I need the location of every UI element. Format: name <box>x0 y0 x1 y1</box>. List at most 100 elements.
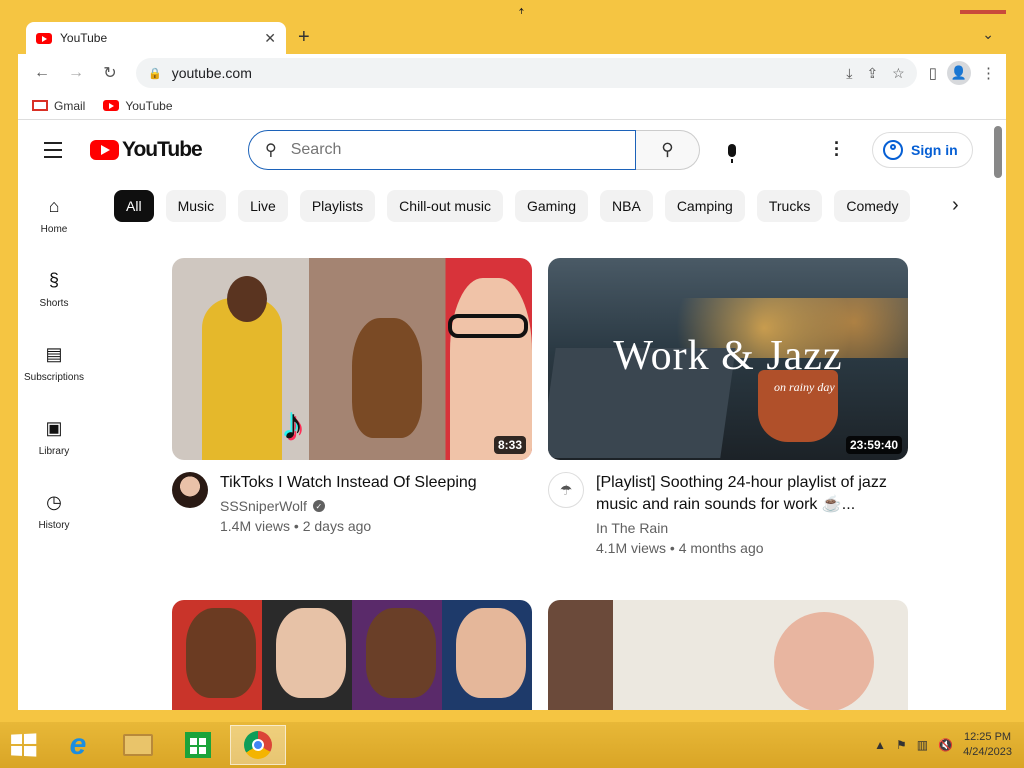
taskbar-clock[interactable]: 12:25 PM 4/24/2023 <box>963 730 1012 760</box>
account-icon <box>883 140 903 160</box>
chip-chill-out-music[interactable]: Chill-out music <box>387 190 503 222</box>
chrome-icon <box>244 731 272 759</box>
bookmark-label: Gmail <box>54 98 86 113</box>
sidebar-item-shorts[interactable]: § Shorts <box>18 252 90 326</box>
video-thumbnail[interactable] <box>548 600 908 710</box>
taskbar-chrome[interactable] <box>230 725 286 765</box>
taskbar-file-explorer[interactable] <box>110 725 166 765</box>
clock-time: 12:25 PM <box>963 731 1012 743</box>
thumbnail-text: Work & Jazz <box>613 333 843 379</box>
back-button[interactable]: ← <box>28 59 56 87</box>
sidebar-item-label: Library <box>38 445 70 457</box>
chip-next-chevron-icon[interactable]: › <box>952 194 959 217</box>
youtube-logo[interactable]: YouTube <box>90 138 203 162</box>
profile-icon[interactable]: 👤 <box>947 61 971 85</box>
browser-window: YouTube ✕ + ⌄ ← → ↻ 🔒 youtube.com ⤓ ⇪ ☆ … <box>18 14 1006 710</box>
forward-button[interactable]: → <box>62 59 90 87</box>
video-duration: 23:59:40 <box>845 436 902 454</box>
network-icon[interactable]: ▥ <box>917 738 928 752</box>
sidebar-item-subscriptions[interactable]: ▤ Subscriptions <box>18 326 90 400</box>
chip-camping[interactable]: Camping <box>664 190 745 222</box>
internet-explorer-icon: e <box>69 728 87 761</box>
sign-in-label: Sign in <box>911 142 958 158</box>
tiktok-logo-icon: ♪ <box>282 400 304 449</box>
video-card[interactable] <box>548 600 908 710</box>
video-title[interactable]: [Playlist] Soothing 24-hour playlist of … <box>596 472 908 516</box>
home-icon: ⌂ <box>48 195 60 216</box>
action-center-flag-icon[interactable]: ⚑ <box>896 738 907 752</box>
bookmark-youtube[interactable]: YouTube <box>103 99 173 113</box>
menu-dots-icon[interactable]: ⋮ <box>981 64 996 82</box>
settings-dots-icon[interactable]: · · · <box>834 134 840 164</box>
bookmark-gmail[interactable]: Gmail <box>32 99 85 113</box>
lock-icon: 🔒 <box>148 67 162 80</box>
video-title[interactable]: TikToks I Watch Instead Of Sleeping <box>220 472 532 494</box>
taskbar-internet-explorer[interactable]: e <box>50 725 106 765</box>
page-scrollbar[interactable] <box>994 126 1002 178</box>
channel-name[interactable]: In The Rain <box>596 520 668 536</box>
chip-playlists[interactable]: Playlists <box>299 190 376 222</box>
video-thumbnail[interactable]: Work & Jazz on rainy day 23:59:40 <box>548 258 908 460</box>
chip-trucks[interactable]: Trucks <box>756 190 823 222</box>
video-thumbnail[interactable] <box>172 600 532 710</box>
search-icon: ⚲ <box>265 142 277 159</box>
filter-chips: All Music Live Playlists Chill-out music… <box>114 190 911 222</box>
video-card[interactable]: Work & Jazz on rainy day 23:59:40 ☂ [Pla… <box>548 258 908 556</box>
video-stats: 1.4M views • 2 days ago <box>220 518 372 534</box>
windows-taskbar: e ▲ ⚑ ▥ 🔇 12:25 PM 4/24/2023 <box>0 722 1024 768</box>
taskbar-store[interactable] <box>170 725 226 765</box>
new-tab-button[interactable]: + <box>298 26 310 49</box>
channel-avatar[interactable]: ☂ <box>548 472 584 508</box>
chip-live[interactable]: Live <box>238 190 288 222</box>
shorts-icon: § <box>48 269 59 290</box>
sidebar-item-label: Home <box>40 223 68 235</box>
verified-check-icon: ✓ <box>312 500 325 512</box>
voice-search-button[interactable] <box>712 130 752 170</box>
tab-strip: YouTube ✕ + ⌄ <box>18 14 1006 54</box>
search-bar: ⚲ ⚲ <box>248 130 752 170</box>
start-button[interactable] <box>0 722 46 768</box>
history-icon: ◷ <box>46 491 62 512</box>
youtube-sidebar: ⌂ Home § Shorts ▤ Subscriptions ▣ Librar… <box>18 178 90 548</box>
url-text[interactable]: youtube.com <box>172 65 833 81</box>
channel-name[interactable]: SSSniperWolf <box>220 498 307 514</box>
reload-button[interactable]: ↻ <box>96 59 124 87</box>
search-box[interactable]: ⚲ <box>248 130 636 170</box>
chip-nba[interactable]: NBA <box>600 190 653 222</box>
side-panel-icon[interactable]: ▯ <box>929 64 937 82</box>
tab-search-chevron-icon[interactable]: ⌄ <box>982 26 994 43</box>
chip-gaming[interactable]: Gaming <box>514 190 589 222</box>
youtube-favicon-icon <box>36 32 52 44</box>
tray-chevron-icon[interactable]: ▲ <box>874 738 886 752</box>
address-bar[interactable]: 🔒 youtube.com ⤓ ⇪ ☆ <box>136 58 917 88</box>
install-icon[interactable]: ⤓ <box>846 65 852 82</box>
tab-youtube[interactable]: YouTube ✕ <box>26 22 286 54</box>
volume-muted-icon[interactable]: 🔇 <box>938 738 953 752</box>
chip-music[interactable]: Music <box>165 190 227 222</box>
share-icon[interactable]: ⇪ <box>866 65 878 82</box>
hamburger-menu-icon[interactable] <box>34 130 74 170</box>
folder-icon <box>123 734 153 756</box>
chip-comedy[interactable]: Comedy <box>834 190 911 222</box>
windows-logo-icon <box>11 733 37 757</box>
tab-close-icon[interactable]: ✕ <box>264 30 276 47</box>
bookmark-star-icon[interactable]: ☆ <box>892 65 905 82</box>
sign-in-button[interactable]: Sign in <box>872 132 973 168</box>
clock-date: 4/24/2023 <box>963 746 1012 758</box>
youtube-icon <box>103 100 120 111</box>
chip-all[interactable]: All <box>114 190 154 222</box>
search-input[interactable] <box>290 141 591 159</box>
sidebar-item-library[interactable]: ▣ Library <box>18 400 90 474</box>
search-button[interactable]: ⚲ <box>636 130 700 170</box>
channel-avatar[interactable] <box>172 472 208 508</box>
video-thumbnail[interactable]: ♪ 8:33 <box>172 258 532 460</box>
channel-name-row: In The Rain <box>596 520 908 536</box>
video-card[interactable] <box>172 600 532 710</box>
sidebar-item-home[interactable]: ⌂ Home <box>18 178 90 252</box>
video-card[interactable]: ♪ 8:33 TikToks I Watch Instead Of Sleepi… <box>172 258 532 534</box>
sidebar-item-label: Subscriptions <box>23 371 85 383</box>
video-duration: 8:33 <box>493 436 526 454</box>
sidebar-item-history[interactable]: ◷ History <box>18 474 90 548</box>
sidebar-item-label: Shorts <box>39 297 69 309</box>
bookmarks-bar: Gmail YouTube <box>18 92 1006 120</box>
